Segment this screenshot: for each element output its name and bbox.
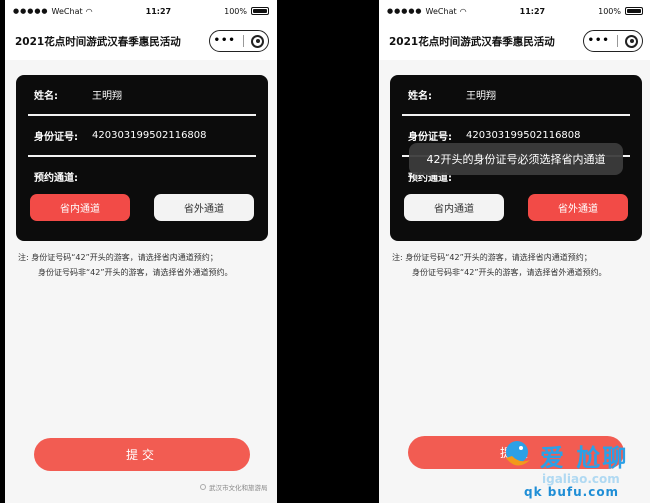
phone-screen-left: ●●●●● WeChat ◠ 11:27 100% 2021花点时间游武汉春季惠… [5,0,277,503]
name-value[interactable]: 王明翔 [466,87,496,102]
id-label: 身份证号: [408,132,452,143]
carrier: ●●●●● WeChat ◠ [13,7,93,16]
status-time: 11:27 [145,6,172,16]
notice-prefix: 注: [392,253,403,262]
miniprogram-capsule: ••• [583,30,643,52]
watermark-bottom: qk bufu.com [524,485,620,499]
signal-icon: ●●●●● [13,7,49,15]
carrier: ●●●●● WeChat ◠ [387,7,467,16]
battery-icon [251,7,269,15]
channel-label: 预约通道: [34,173,78,184]
close-target-icon[interactable] [251,34,265,48]
notice-text: 注: 身份证号码“42”开头的游客，请选择省内通道预约； 身份证号码非“42”开… [392,250,642,280]
battery-percent: 100% [224,6,247,16]
submit-button[interactable]: 提交 [34,438,250,471]
name-row: 姓名: 王明翔 [402,75,630,116]
capsule-divider [243,35,245,47]
nav-bar: 2021花点时间游武汉春季惠民活动 ••• [5,22,277,60]
notice-prefix: 注: [18,253,29,262]
watermark-site: igaliao.com [542,472,620,486]
more-icon[interactable]: ••• [588,36,610,46]
id-value[interactable]: 420303199502116808 [92,130,207,141]
name-value[interactable]: 王明翔 [92,87,122,102]
site-watermark: 爱 尬聊 igaliao.com qk bufu.com [498,432,650,503]
notice-text: 注: 身份证号码“42”开头的游客，请选择省内通道预约； 身份证号码非“42”开… [18,250,268,280]
page-title: 2021花点时间游武汉春季惠民活动 [15,35,181,48]
notice-line-2: 身份证号码非“42”开头的游客，请选择省外通道预约。 [38,268,233,277]
signal-icon: ●●●●● [387,7,423,15]
watermark-title: 爱 尬聊 [540,444,629,472]
wifi-icon: ◠ [459,6,467,16]
battery: 100% [224,7,269,16]
capsule-divider [617,35,619,47]
out-province-channel-button[interactable]: 省外通道 [528,194,628,221]
notice-line-2: 身份证号码非“42”开头的游客，请选择省外通道预约。 [412,268,607,277]
id-label: 身份证号: [34,132,78,143]
name-row: 姓名: 王明翔 [28,75,256,116]
phone-screen-right: ●●●●● WeChat ◠ 11:27 100% 2021花点时间游武汉春季惠… [379,0,650,503]
in-province-channel-button[interactable]: 省内通道 [404,194,504,221]
status-bar: ●●●●● WeChat ◠ 11:27 100% [5,0,277,22]
org-logo-icon [200,484,206,490]
battery-percent: 100% [598,6,621,16]
notice-line-1: 身份证号码“42”开头的游客，请选择省内通道预约； [405,253,592,262]
error-toast: 42开头的身份证号必须选择省内通道 [409,143,623,175]
id-value[interactable]: 420303199502116808 [466,130,581,141]
id-row: 身份证号: 420303199502116808 [28,116,256,157]
notice-line-1: 身份证号码“42”开头的游客，请选择省内通道预约； [31,253,218,262]
wifi-icon: ◠ [85,6,93,16]
watermark-bird-icon [506,441,530,466]
status-time: 11:27 [519,6,546,16]
carrier-name: WeChat [51,6,83,16]
channel-buttons: 省内通道 省外通道 [402,194,630,221]
in-province-channel-button[interactable]: 省内通道 [30,194,130,221]
nav-bar: 2021花点时间游武汉春季惠民活动 ••• [379,22,650,60]
status-bar: ●●●●● WeChat ◠ 11:27 100% [379,0,650,22]
battery: 100% [598,7,643,16]
carrier-name: WeChat [425,6,457,16]
miniprogram-capsule: ••• [209,30,269,52]
page-title: 2021花点时间游武汉春季惠民活动 [389,35,555,48]
close-target-icon[interactable] [625,34,639,48]
name-label: 姓名: [408,91,432,102]
form-card: 姓名: 王明翔 身份证号: 420303199502116808 预约通道: 省… [16,75,268,241]
footer-org-name: 武汉市文化和旅游局 [209,484,268,492]
channel-buttons: 省内通道 省外通道 [28,194,256,221]
footer-organization: 武汉市文化和旅游局 [200,482,268,492]
more-icon[interactable]: ••• [214,36,236,46]
out-province-channel-button[interactable]: 省外通道 [154,194,254,221]
battery-icon [625,7,643,15]
name-label: 姓名: [34,91,58,102]
